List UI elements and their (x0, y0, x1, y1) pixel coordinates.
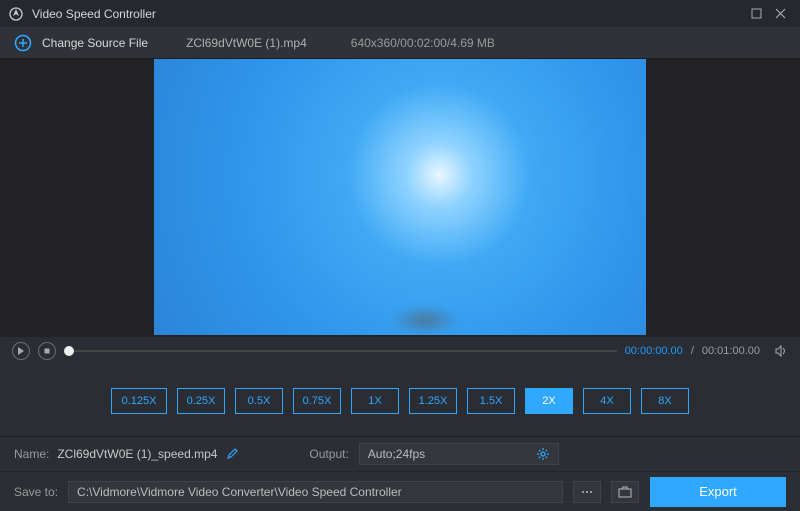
output-block: Output: Auto;24fps (309, 443, 558, 465)
edit-name-icon[interactable] (227, 447, 241, 461)
source-bar: Change Source File ZCl69dVtW0E (1).mp4 6… (0, 27, 800, 59)
output-name: ZCl69dVtW0E (1)_speed.mp4 (57, 447, 217, 461)
maximize-button[interactable] (744, 4, 768, 24)
export-button[interactable]: Export (650, 477, 786, 507)
save-path-field[interactable]: C:\Vidmore\Vidmore Video Converter\Video… (68, 481, 563, 503)
source-filename: ZCl69dVtW0E (1).mp4 (186, 36, 307, 50)
gear-icon[interactable] (536, 447, 550, 461)
add-source-icon[interactable] (14, 34, 32, 52)
speed-0125x[interactable]: 0.125X (111, 388, 167, 414)
speed-125x[interactable]: 1.25X (409, 388, 457, 414)
change-source-button[interactable]: Change Source File (42, 36, 148, 50)
speed-025x[interactable]: 0.25X (177, 388, 225, 414)
playback-controls: 00:00:00.00 / 00:01:00.00 (0, 337, 800, 365)
output-format-select[interactable]: Auto;24fps (359, 443, 559, 465)
save-path-value: C:\Vidmore\Vidmore Video Converter\Video… (77, 485, 402, 499)
speed-05x[interactable]: 0.5X (235, 388, 283, 414)
app-title: Video Speed Controller (32, 7, 156, 21)
save-label: Save to: (14, 485, 58, 499)
output-label: Output: (309, 447, 348, 461)
total-time: 00:01:00.00 (702, 345, 760, 357)
speed-15x[interactable]: 1.5X (467, 388, 515, 414)
name-label: Name: (14, 447, 49, 461)
save-row: Save to: C:\Vidmore\Vidmore Video Conver… (0, 471, 800, 511)
meta-row: Name: ZCl69dVtW0E (1)_speed.mp4 Output: … (0, 437, 800, 471)
progress-slider[interactable] (64, 350, 617, 352)
volume-icon[interactable] (774, 344, 788, 358)
video-preview[interactable] (154, 59, 646, 335)
speed-075x[interactable]: 0.75X (293, 388, 341, 414)
speed-selector: 0.125X 0.25X 0.5X 0.75X 1X 1.25X 1.5X 2X… (0, 365, 800, 437)
speed-4x[interactable]: 4X (583, 388, 631, 414)
titlebar: Video Speed Controller (0, 0, 800, 27)
output-format-value: Auto;24fps (368, 447, 425, 461)
preview-area (0, 59, 800, 337)
close-button[interactable] (768, 4, 792, 24)
play-button[interactable] (12, 342, 30, 360)
speed-2x[interactable]: 2X (525, 388, 573, 414)
browse-path-button[interactable] (573, 481, 601, 503)
stop-button[interactable] (38, 342, 56, 360)
video-object (390, 305, 460, 335)
current-time: 00:00:00.00 (625, 345, 683, 357)
source-fileinfo: 640x360/00:02:00/4.69 MB (351, 36, 495, 50)
speed-1x[interactable]: 1X (351, 388, 399, 414)
time-separator: / (691, 345, 694, 357)
open-folder-button[interactable] (611, 481, 639, 503)
speed-8x[interactable]: 8X (641, 388, 689, 414)
progress-thumb[interactable] (64, 346, 74, 356)
app-logo-icon (8, 6, 24, 22)
